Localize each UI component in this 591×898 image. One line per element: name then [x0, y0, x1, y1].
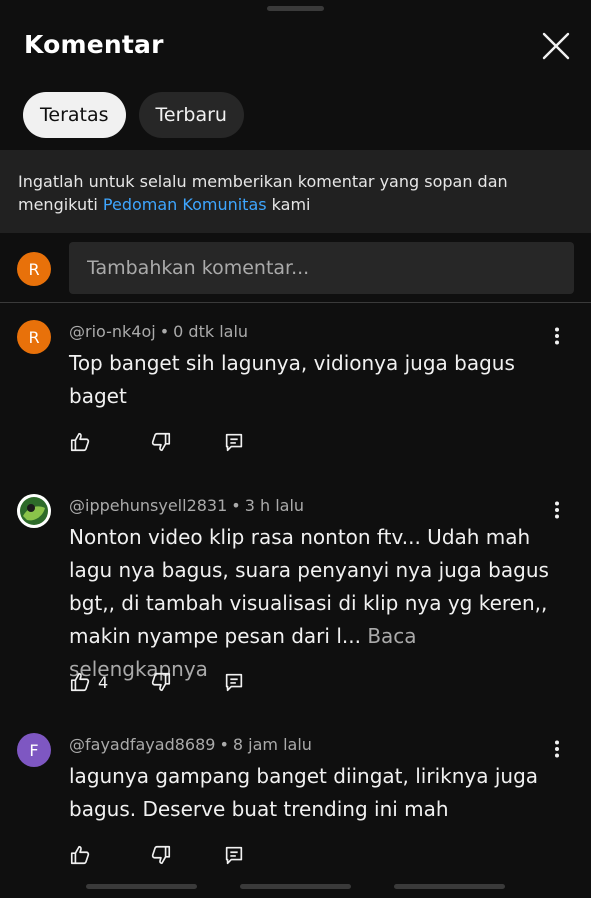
drag-handle[interactable]	[267, 6, 324, 11]
avatar: R	[17, 252, 51, 286]
more-vert-icon	[555, 501, 559, 519]
avatar[interactable]: R	[17, 320, 51, 354]
like-button[interactable]	[69, 843, 91, 867]
avatar-image	[17, 494, 51, 528]
comment-time: 8 jam lalu	[232, 735, 312, 754]
comment-meta: @rio-nk4oj • 0 dtk lalu	[69, 322, 249, 341]
reply-icon	[225, 846, 243, 865]
thumbs-up-icon	[70, 432, 90, 452]
comment-time: 3 h lalu	[244, 496, 305, 515]
comment-author[interactable]: @fayadfayad8689	[69, 735, 215, 754]
close-button[interactable]	[538, 28, 574, 64]
like-button[interactable]	[69, 430, 91, 454]
avatar[interactable]: F	[17, 733, 51, 767]
add-comment-input[interactable]	[69, 242, 574, 294]
like-button[interactable]: 4	[69, 670, 108, 694]
thumbs-down-icon	[151, 672, 171, 692]
close-icon	[542, 32, 570, 60]
comment-menu-button[interactable]	[545, 737, 569, 761]
comment-time: 0 dtk lalu	[173, 322, 249, 341]
comment-text: Nonton video klip rasa nonton ftv... Uda…	[69, 525, 549, 681]
chip-teratas[interactable]: Teratas	[23, 92, 126, 138]
comment-actions	[69, 430, 269, 454]
header: Komentar	[0, 22, 591, 72]
sort-chips: Teratas Terbaru	[23, 92, 244, 138]
comment-meta: @fayadfayad8689 • 8 jam lalu	[69, 735, 312, 754]
more-vert-icon	[555, 740, 559, 758]
reply-icon	[225, 673, 243, 692]
chip-terbaru[interactable]: Terbaru	[138, 92, 244, 138]
avatar[interactable]	[17, 494, 51, 528]
thumbs-up-icon	[70, 672, 90, 692]
comment-actions	[69, 843, 269, 867]
comment-actions: 4	[69, 670, 269, 694]
like-count: 4	[98, 672, 109, 692]
nav-bar-segment	[240, 884, 351, 889]
reply-button[interactable]	[223, 843, 245, 867]
dislike-button[interactable]	[150, 843, 172, 867]
dislike-button[interactable]	[150, 430, 172, 454]
dislike-button[interactable]	[150, 670, 172, 694]
community-notice: Ingatlah untuk selalu memberikan komenta…	[0, 150, 591, 233]
divider	[0, 302, 591, 303]
comment-author[interactable]: @rio-nk4oj	[69, 322, 156, 341]
nav-bar-segment	[394, 884, 505, 889]
reply-button[interactable]	[223, 670, 245, 694]
comment-menu-button[interactable]	[545, 498, 569, 522]
thumbs-down-icon	[151, 432, 171, 452]
thumbs-up-icon	[70, 845, 90, 865]
more-vert-icon	[555, 327, 559, 345]
comment-text: lagunya gampang banget diingat, liriknya…	[69, 764, 539, 821]
reply-icon	[225, 433, 243, 452]
community-guidelines-link[interactable]: Pedoman Komunitas	[103, 195, 267, 214]
comment-text: Top banget sih lagunya, vidionya juga ba…	[69, 351, 515, 408]
comment-meta: @ippehunsyell2831 • 3 h lalu	[69, 496, 305, 515]
nav-bar-segment	[86, 884, 197, 889]
comment-author[interactable]: @ippehunsyell2831	[69, 496, 227, 515]
add-comment-row: R	[0, 242, 591, 302]
page-title: Komentar	[24, 30, 164, 59]
comment-menu-button[interactable]	[545, 324, 569, 348]
thumbs-down-icon	[151, 845, 171, 865]
notice-text-end: kami	[266, 195, 311, 214]
reply-button[interactable]	[223, 430, 245, 454]
